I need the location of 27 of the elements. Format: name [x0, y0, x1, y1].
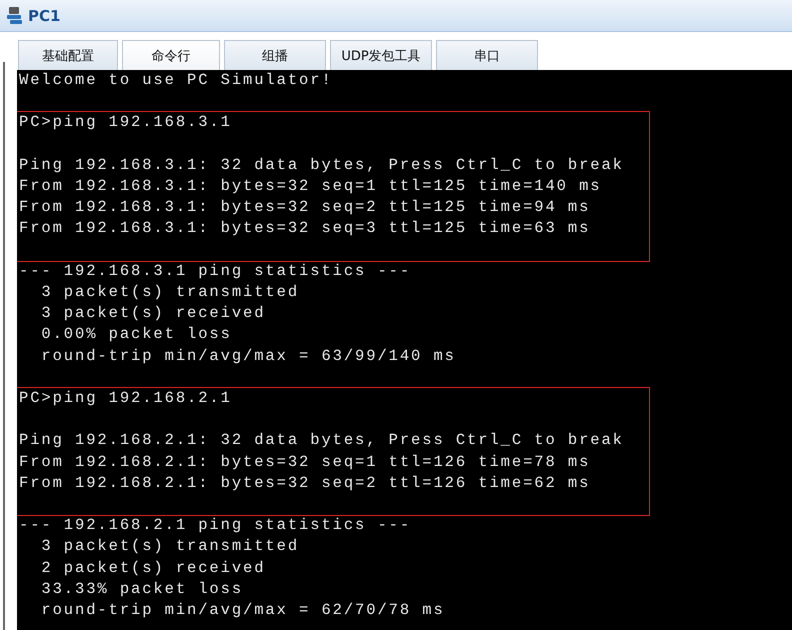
terminal-line: 2 packet(s) received: [40, 558, 266, 579]
tab[interactable]: 串口: [436, 40, 538, 70]
terminal-line: --- 192.168.3.1 ping statistics ---: [19, 260, 412, 282]
tab[interactable]: 命令行: [122, 40, 220, 70]
terminal-line: 3 packet(s) transmitted: [40, 282, 300, 303]
terminal-line: 0.00% packet loss: [40, 324, 232, 346]
terminal-line: PC>ping 192.168.3.1: [19, 112, 232, 134]
tab[interactable]: 组播: [224, 40, 326, 70]
terminal-line: round-trip min/avg/max = 62/70/78 ms: [40, 600, 445, 621]
window-title: PC1: [28, 6, 60, 24]
terminal-line: From 192.168.2.1: bytes=32 seq=2 ttl=126 time=62 ms: [19, 472, 590, 494]
terminal-line: From 192.168.3.1: bytes=32 seq=1 ttl=125 time=140 ms: [19, 176, 602, 197]
terminal-line: Welcome to use PC Simulator!: [19, 70, 333, 91]
terminal-line: From 192.168.2.1: bytes=32 seq=1 ttl=126 time=78 ms: [19, 452, 590, 473]
computer-icon: [6, 6, 24, 26]
terminal-line: Ping 192.168.3.1: 32 data bytes, Press Ctrl_C to break: [19, 154, 624, 176]
terminal-line: 3 packet(s) transmitted: [40, 536, 300, 558]
terminal-line: 3 packet(s) received: [40, 303, 266, 324]
terminal-line: Ping 192.168.2.1: 32 data bytes, Press Ctrl_C to break: [19, 430, 624, 452]
tab[interactable]: UDP发包工具: [330, 40, 432, 70]
terminal-line: From 192.168.3.1: bytes=32 seq=3 ttl=125 time=63 ms: [19, 218, 590, 240]
terminal-line: PC>ping 192.168.2.1: [19, 388, 232, 409]
terminal-line: --- 192.168.2.1 ping statistics ---: [19, 515, 412, 536]
terminal-line: From 192.168.3.1: bytes=32 seq=2 ttl=125 time=94 ms: [19, 197, 590, 218]
terminal-line: 33.33% packet loss: [40, 578, 244, 600]
terminal-line: round-trip min/avg/max = 63/99/140 ms: [40, 346, 456, 367]
tab[interactable]: 基础配置: [18, 40, 118, 70]
